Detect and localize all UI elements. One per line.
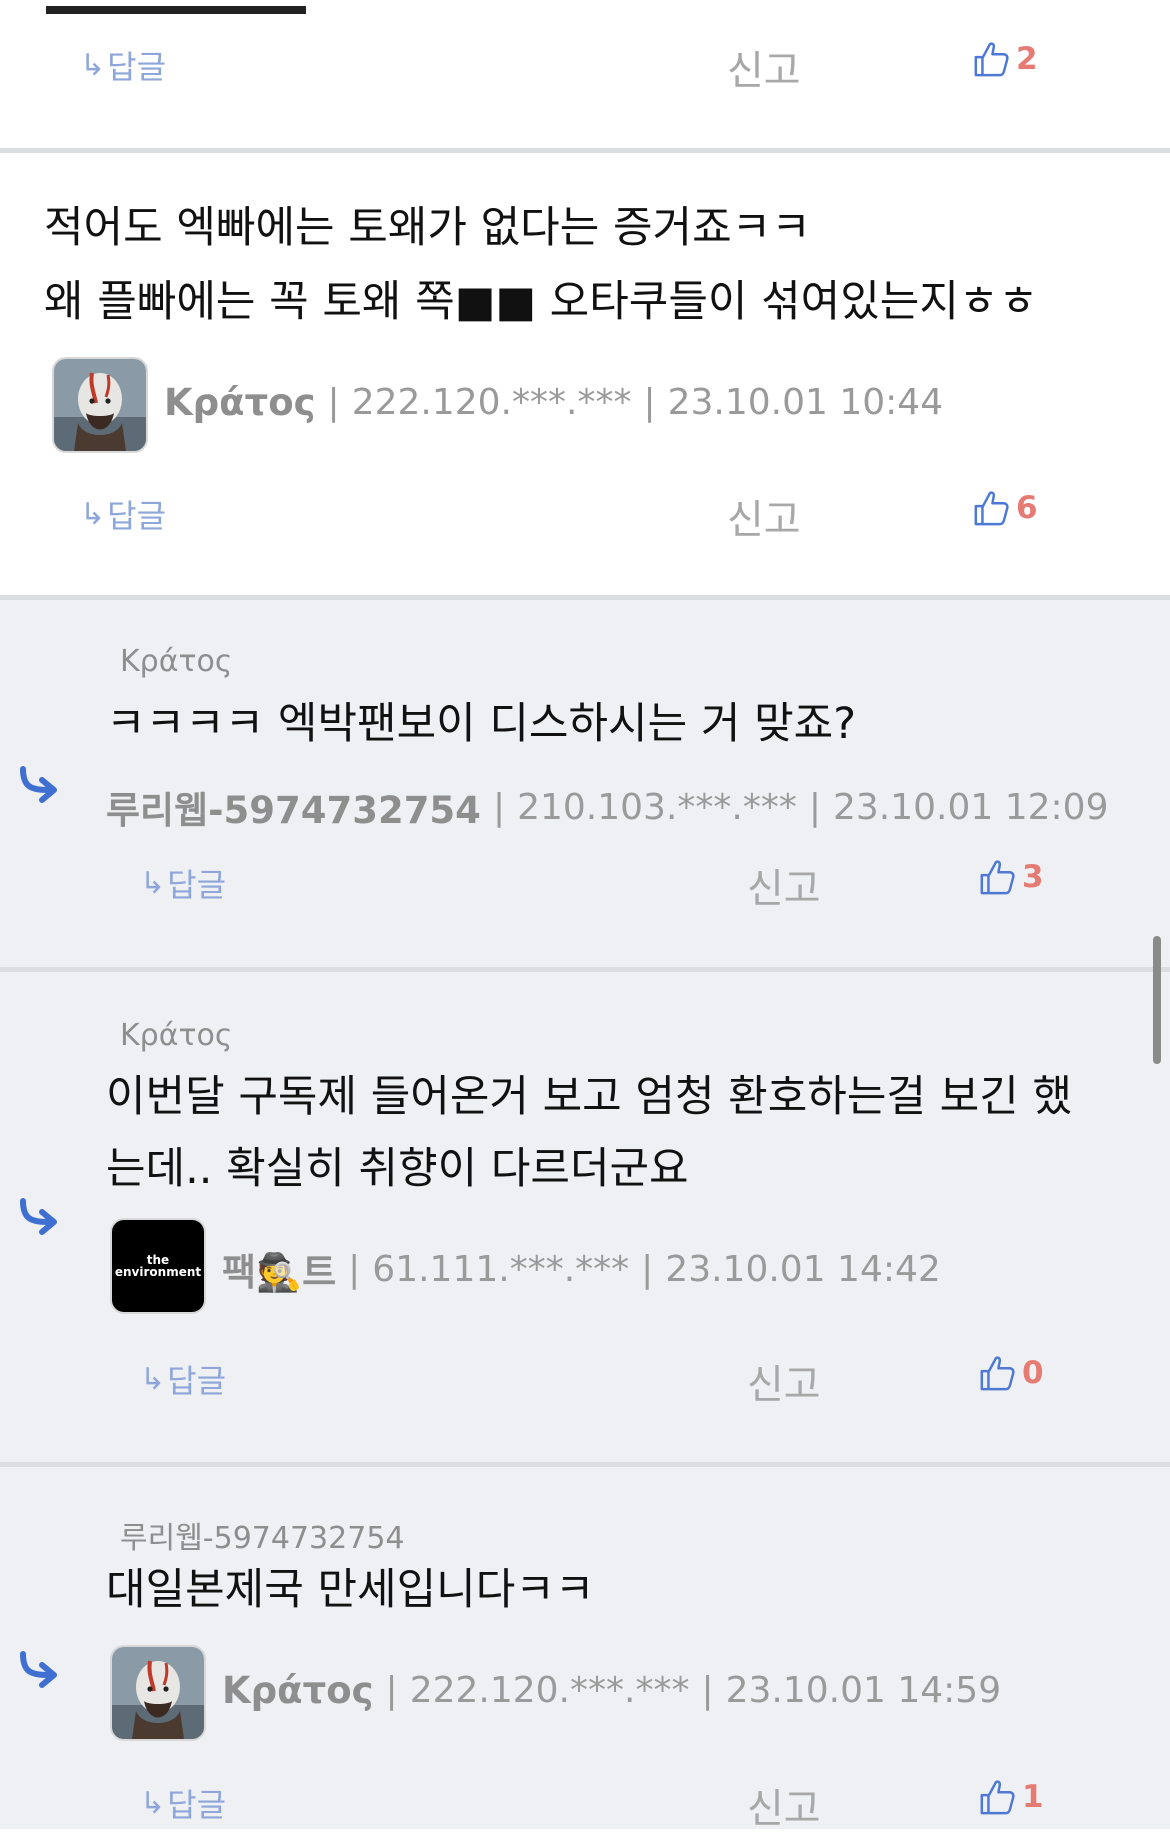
comment-actions: ↳ 답글 신고 0 xyxy=(0,1346,1170,1408)
parent-author: Κράτος xyxy=(120,644,233,679)
reply-button[interactable]: ↳ 답글 xyxy=(140,1780,226,1826)
comment-text-line: 대일본제국 만세입니다ㅋㅋ xyxy=(106,1565,595,1615)
reply-button[interactable]: ↳ 답글 xyxy=(80,491,166,537)
report-button[interactable]: 신고 xyxy=(727,487,801,545)
thumbs-up-icon xyxy=(972,40,1010,78)
meta-separator: | xyxy=(701,1670,714,1711)
thumbs-up-icon xyxy=(978,858,1016,896)
reply-arrow-icon: ↳ xyxy=(80,496,106,532)
author-ip: 222.120.***.*** xyxy=(351,382,632,423)
reply-arrow-icon: ↳ xyxy=(140,865,166,901)
comment: 적어도 엑빠에는 토왜가 없다는 증거죠ㅋㅋ 왜 플빠에는 꼭 토왜 쪽■■ 오… xyxy=(0,153,1170,595)
comment-date: 23.10.01 10:44 xyxy=(667,382,944,423)
reply-button[interactable]: ↳ 답글 xyxy=(140,1356,226,1402)
reply-comment: Κράτος ㅋㅋㅋㅋ 엑박팬보이 디스하시는 거 맞죠? 루리웹-597473… xyxy=(0,600,1170,967)
reply-label: 답글 xyxy=(107,48,167,86)
comment-tail: ↳ 답글 신고 2 xyxy=(0,0,1170,150)
author-nickname[interactable]: 팩🕵트 xyxy=(222,1242,336,1296)
reply-button[interactable]: ↳ 답글 xyxy=(140,860,226,906)
reply-label: 답글 xyxy=(167,866,227,904)
user-avatar[interactable] xyxy=(110,1645,206,1741)
user-avatar[interactable] xyxy=(52,357,148,453)
comment-date: 23.10.01 12:09 xyxy=(832,786,1109,828)
kratos-avatar-icon xyxy=(112,1647,204,1739)
thumbs-up-icon xyxy=(978,1354,1016,1392)
like-count: 1 xyxy=(1022,1779,1044,1815)
avatar-logo-text: the environment xyxy=(114,1253,202,1279)
thumbs-up-icon xyxy=(978,1778,1016,1816)
comment-date: 23.10.01 14:42 xyxy=(665,1248,941,1290)
meta-separator: | xyxy=(641,1248,654,1290)
report-button[interactable]: 신고 xyxy=(747,1776,821,1834)
reply-label: 답글 xyxy=(107,497,167,535)
kratos-avatar-icon xyxy=(54,359,146,451)
like-count: 2 xyxy=(1016,41,1038,77)
report-button[interactable]: 신고 xyxy=(747,856,821,914)
parent-author: Κράτος xyxy=(120,1018,233,1053)
comment-text-line: 는데.. 확실히 취향이 다르더군요 xyxy=(106,1144,689,1194)
author-nickname[interactable]: Κράτος xyxy=(222,1669,374,1712)
comment-text-line: 이번달 구독제 들어온거 보고 엄청 환호하는걸 보긴 했 xyxy=(106,1072,1072,1122)
author-nickname[interactable]: Κράτος xyxy=(164,381,316,424)
reply-indicator-icon xyxy=(20,1198,57,1235)
author-ip: 222.120.***.*** xyxy=(409,1670,690,1711)
thumbs-up-icon xyxy=(972,489,1010,527)
parent-author: 루리웹-5974732754 xyxy=(120,1521,405,1556)
comment-meta: Κράτος | 222.120.***.*** | 23.10.01 10:4… xyxy=(164,381,943,424)
like-button[interactable]: 1 xyxy=(978,1778,1044,1816)
comment-actions: ↳ 답글 신고 2 xyxy=(0,32,1170,94)
like-button[interactable]: 2 xyxy=(972,40,1038,78)
author-ip: 61.111.***.*** xyxy=(372,1248,630,1290)
author-ip: 210.103.***.*** xyxy=(517,786,797,828)
comment-text-line: 적어도 엑빠에는 토왜가 없다는 증거죠ㅋㅋ xyxy=(44,203,811,253)
meta-separator: | xyxy=(385,1670,398,1711)
reply-label: 답글 xyxy=(167,1362,227,1400)
comment-meta: 팩🕵트 | 61.111.***.*** | 23.10.01 14:42 xyxy=(222,1242,941,1296)
clipped-text xyxy=(46,0,306,14)
comment-text-line: ㅋㅋㅋㅋ 엑박팬보이 디스하시는 거 맞죠? xyxy=(106,699,857,749)
meta-separator: | xyxy=(348,1248,361,1290)
comment-actions: ↳ 답글 신고 1 xyxy=(0,1770,1170,1832)
author-nickname[interactable]: 루리웹-5974732754 xyxy=(106,780,481,834)
reply-arrow-icon: ↳ xyxy=(140,1785,166,1821)
reply-indicator-icon xyxy=(20,766,57,803)
like-count: 0 xyxy=(1022,1355,1044,1391)
report-button[interactable]: 신고 xyxy=(727,38,801,96)
like-count: 6 xyxy=(1016,490,1038,526)
report-button[interactable]: 신고 xyxy=(747,1352,821,1410)
reply-label: 답글 xyxy=(167,1786,227,1824)
comment-meta: Κράτος | 222.120.***.*** | 23.10.01 14:5… xyxy=(222,1669,1001,1712)
like-button[interactable]: 6 xyxy=(972,489,1038,527)
meta-separator: | xyxy=(492,786,506,828)
comment-actions: ↳ 답글 신고 6 xyxy=(0,481,1170,543)
reply-arrow-icon: ↳ xyxy=(80,47,106,83)
reply-comment: Κράτος 이번달 구독제 들어온거 보고 엄청 환호하는걸 보긴 했 는데.… xyxy=(0,972,1170,1462)
meta-separator: | xyxy=(643,382,656,423)
like-button[interactable]: 0 xyxy=(978,1354,1044,1392)
reply-comment: 루리웹-5974732754 대일본제국 만세입니다ㅋㅋ Κράτος | 22… xyxy=(0,1467,1170,1832)
reply-indicator-icon xyxy=(20,1651,57,1688)
meta-separator: | xyxy=(808,786,821,828)
comment-date: 23.10.01 14:59 xyxy=(725,1670,1002,1711)
user-avatar[interactable]: the environment xyxy=(110,1218,206,1314)
scrollbar-thumb[interactable] xyxy=(1153,936,1161,1064)
comment-meta: 루리웹-5974732754 | 210.103.***.*** | 23.10… xyxy=(106,780,1109,834)
reply-button[interactable]: ↳ 답글 xyxy=(80,42,166,88)
comment-text-line: 왜 플빠에는 꼭 토왜 쪽■■ 오타쿠들이 섞여있는지ㅎㅎ xyxy=(44,277,1039,327)
like-button[interactable]: 3 xyxy=(978,858,1044,896)
comment-actions: ↳ 답글 신고 3 xyxy=(0,850,1170,912)
reply-arrow-icon: ↳ xyxy=(140,1361,166,1397)
meta-separator: | xyxy=(327,382,340,423)
like-count: 3 xyxy=(1022,859,1044,895)
